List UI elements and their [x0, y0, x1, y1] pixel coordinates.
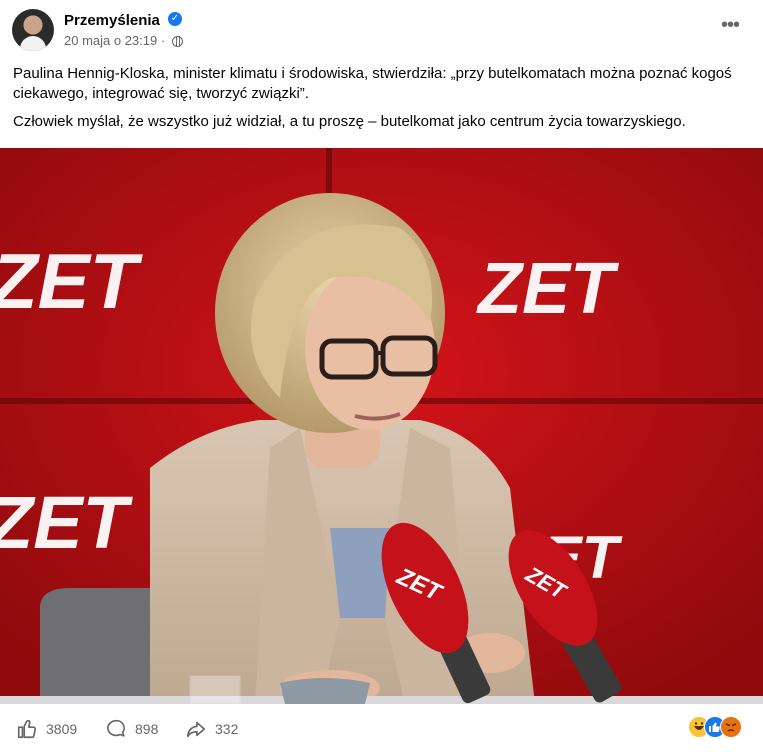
verified-badge-icon: ✓ [168, 12, 182, 26]
comments-count: 898 [135, 721, 159, 737]
page-avatar[interactable] [12, 9, 54, 51]
reaction-summary[interactable] [688, 716, 750, 738]
post-paragraph-1: Paulina Hennig-Kloska, minister klimatu … [13, 65, 732, 102]
like-button[interactable]: 3809 [16, 718, 77, 740]
post-meta: 20 maja o 23:19 · [64, 33, 183, 48]
post-header: Przemyślenia ✓ 20 maja o 23:19 · ••• [0, 0, 763, 60]
post-actions-bar: 3809 898 332 [0, 704, 763, 752]
meta-separator: · [160, 33, 166, 48]
thumbs-up-icon [17, 719, 37, 739]
post-paragraph-2: Człowiek myślał, że wszystko już widział… [13, 113, 686, 130]
wall-logo-3: ZET [0, 481, 134, 564]
post-body: Paulina Hennig-Kloska, minister klimatu … [13, 64, 753, 140]
comment-button[interactable]: 898 [105, 718, 158, 740]
wall-logo-2: ZET [476, 249, 620, 329]
shares-count: 332 [215, 721, 239, 737]
post-date-link[interactable]: 20 maja o 23:19 [64, 33, 157, 48]
more-options-button[interactable]: ••• [715, 15, 745, 40]
comment-icon [107, 719, 125, 737]
share-button[interactable]: 332 [185, 718, 238, 740]
share-icon [186, 721, 206, 738]
post-photo[interactable]: ZET ZET ZET ZET ZET [0, 148, 763, 704]
wall-logo-1: ZET [0, 237, 144, 325]
studio-scene-illustration: ZET ZET ZET ZET ZET [0, 148, 763, 704]
globe-icon [171, 36, 183, 47]
angry-icon [720, 716, 742, 738]
likes-count: 3809 [46, 721, 78, 737]
page-name-link[interactable]: Przemyślenia [64, 12, 160, 29]
